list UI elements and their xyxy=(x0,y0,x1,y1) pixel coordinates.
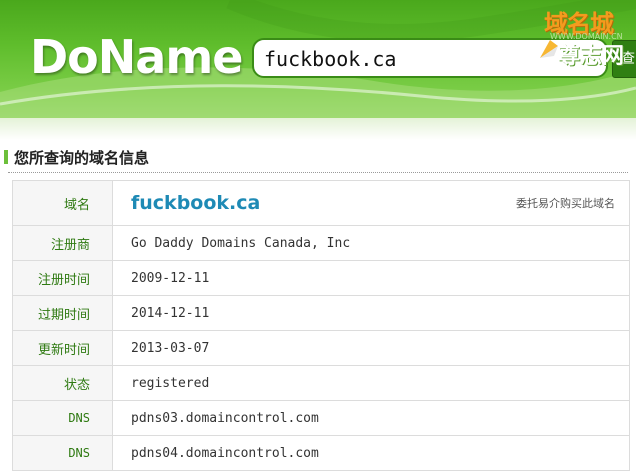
row-label: DNS xyxy=(12,435,113,471)
table-row: DNS pdns04.domaincontrol.com xyxy=(12,435,630,471)
row-value: pdns04.domaincontrol.com xyxy=(112,435,630,471)
domain-name-value: fuckbook.ca xyxy=(131,192,261,214)
row-value: Go Daddy Domains Canada, Inc xyxy=(112,225,630,261)
table-row: 过期时间 2014-12-11 xyxy=(12,295,630,331)
table-row: 更新时间 2013-03-07 xyxy=(12,330,630,366)
domain-info-table: 域名 fuckbook.ca 委托易介购买此域名 注册商 Go Daddy Do… xyxy=(12,180,630,471)
row-value: 2009-12-11 xyxy=(112,260,630,296)
table-row: 状态 registered xyxy=(12,365,630,401)
site-header: DoName 查 域名城 WWW.DOMAIN.CN 尊志网 xyxy=(0,0,636,118)
header-divider-strip xyxy=(0,118,636,140)
entrust-purchase-link[interactable]: 委托易介购买此域名 xyxy=(516,195,615,211)
row-value: 2013-03-07 xyxy=(112,330,630,366)
section-header: 您所查询的域名信息 xyxy=(4,146,149,168)
fan-icon xyxy=(540,40,558,58)
section-title: 您所查询的域名信息 xyxy=(14,148,150,167)
section-divider xyxy=(8,172,628,173)
row-value: 2014-12-11 xyxy=(112,295,630,331)
row-label: 注册时间 xyxy=(12,260,113,296)
row-value: pdns03.domaincontrol.com xyxy=(112,400,630,436)
row-value: registered xyxy=(112,365,630,401)
section-marker-icon xyxy=(4,150,8,164)
row-label: 更新时间 xyxy=(12,330,113,366)
watermark-subtitle: 尊志网 xyxy=(558,44,625,69)
table-row: 注册时间 2009-12-11 xyxy=(12,260,630,296)
row-label: 注册商 xyxy=(12,225,113,261)
table-row: 注册商 Go Daddy Domains Canada, Inc xyxy=(12,225,630,261)
row-label: 状态 xyxy=(12,365,113,401)
row-label: 域名 xyxy=(12,180,113,226)
table-row: 域名 fuckbook.ca 委托易介购买此域名 xyxy=(12,180,630,226)
site-logo[interactable]: DoName xyxy=(30,30,243,84)
row-label: DNS xyxy=(12,400,113,436)
table-row: DNS pdns03.domaincontrol.com xyxy=(12,400,630,436)
row-label: 过期时间 xyxy=(12,295,113,331)
watermark-logo: 域名城 WWW.DOMAIN.CN 尊志网 xyxy=(538,4,634,76)
row-value: fuckbook.ca 委托易介购买此域名 xyxy=(112,180,630,226)
